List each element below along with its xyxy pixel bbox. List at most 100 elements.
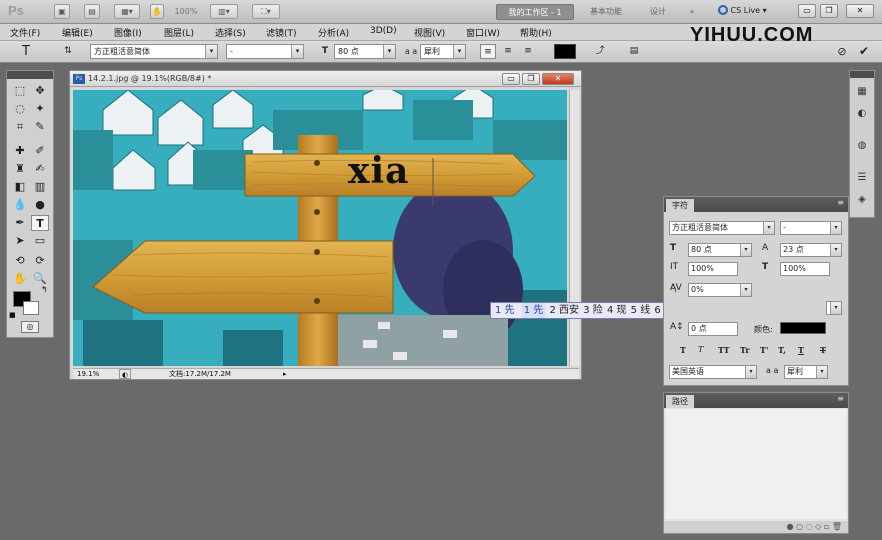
- close-button[interactable]: ✕: [846, 4, 874, 18]
- dodge-tool-icon[interactable]: ●: [31, 197, 49, 213]
- bridge-icon[interactable]: ▣: [54, 4, 70, 19]
- menu-select[interactable]: 选择(S): [215, 26, 246, 39]
- typed-text[interactable]: xia: [348, 150, 409, 192]
- workspace-my[interactable]: 我的工作区 - 1: [496, 4, 574, 20]
- default-colors-icon[interactable]: ■: [9, 311, 16, 319]
- ime-candidate[interactable]: 2 西安: [549, 303, 579, 318]
- blur-tool-icon[interactable]: 💧: [11, 197, 29, 213]
- zoom-level[interactable]: 100%: [166, 4, 206, 20]
- char-horizontal-scale-input[interactable]: 100%: [780, 262, 830, 276]
- fill-path-icon[interactable]: ●: [787, 522, 794, 531]
- align-center-icon[interactable]: ≡: [500, 44, 516, 59]
- view-extras-button[interactable]: ▦▾: [114, 4, 140, 19]
- arrange-documents-button[interactable]: ▥▾: [210, 4, 238, 19]
- toolbox-grip[interactable]: [7, 71, 53, 79]
- font-family-select[interactable]: 方正粗活意简体 ▾: [90, 44, 218, 59]
- menu-filter[interactable]: 滤镜(T): [266, 26, 297, 39]
- histogram-icon[interactable]: ▦: [854, 85, 870, 99]
- ime-candidate[interactable]: 4 现: [607, 303, 627, 318]
- doc-restore-button[interactable]: ❐: [522, 73, 540, 85]
- 3d-orbit-tool-icon[interactable]: ⟳: [31, 253, 49, 269]
- small-caps-button[interactable]: Tr: [740, 345, 750, 355]
- minibridge-icon[interactable]: ▤: [84, 4, 100, 19]
- background-color-swatch[interactable]: [23, 301, 39, 315]
- paths-panel-header[interactable]: 路径 ≡: [664, 393, 848, 408]
- menu-analysis[interactable]: 分析(A): [318, 26, 349, 39]
- char-font-size-select[interactable]: 80 点 ▾: [688, 243, 752, 257]
- quick-mask-icon[interactable]: ◎: [21, 321, 39, 333]
- align-left-icon[interactable]: ≡: [480, 44, 496, 59]
- align-right-icon[interactable]: ≡: [520, 44, 536, 59]
- document-title-bar[interactable]: Ps 14.2.1.jpg @ 19.1%(RGB/8#) * ▭ ❐ ✕: [70, 71, 581, 87]
- clone-stamp-tool-icon[interactable]: ♜: [11, 161, 29, 177]
- paths-list[interactable]: [666, 409, 846, 519]
- char-leading-select[interactable]: 23 点 ▾: [780, 243, 842, 257]
- quick-select-tool-icon[interactable]: ✦: [31, 101, 49, 117]
- status-zoom[interactable]: 19.1%: [77, 369, 99, 379]
- char-tracking-select[interactable]: 0% ▾: [688, 283, 752, 297]
- commit-icon[interactable]: ✔: [856, 44, 872, 59]
- load-selection-icon[interactable]: ◌: [806, 522, 813, 531]
- doc-close-button[interactable]: ✕: [542, 73, 574, 85]
- delete-path-icon[interactable]: 🗑: [832, 522, 842, 531]
- cancel-icon[interactable]: ⊘: [834, 44, 850, 59]
- adjustments-icon[interactable]: ☰: [854, 171, 870, 185]
- gradient-tool-icon[interactable]: ▥: [31, 179, 49, 195]
- more-workspaces-button[interactable]: »: [684, 4, 700, 20]
- strikethrough-button[interactable]: T: [820, 345, 826, 355]
- move-tool-icon[interactable]: ✥: [31, 83, 49, 99]
- ime-candidate[interactable]: 1 先: [521, 303, 546, 318]
- swap-colors-icon[interactable]: ↰: [41, 285, 48, 294]
- ime-candidate[interactable]: 3 险: [583, 303, 603, 318]
- stroke-path-icon[interactable]: ○: [796, 522, 803, 531]
- navigator-icon[interactable]: ◐: [854, 107, 870, 121]
- layers-icon[interactable]: ◈: [854, 193, 870, 207]
- character-panel-icon[interactable]: ▤: [626, 44, 642, 59]
- pen-tool-icon[interactable]: ✒: [11, 215, 29, 231]
- path-selection-tool-icon[interactable]: ➤: [11, 233, 29, 249]
- cs-live-button[interactable]: CS Live ▾: [718, 5, 767, 15]
- underline-button[interactable]: T: [798, 345, 804, 355]
- hand-tool-icon[interactable]: ✋: [11, 271, 29, 287]
- brush-tool-icon[interactable]: ✐: [31, 143, 49, 159]
- workspace-basic[interactable]: 基本功能: [580, 4, 632, 20]
- history-brush-tool-icon[interactable]: ✍: [31, 161, 49, 177]
- type-tool-icon[interactable]: T: [31, 215, 49, 231]
- lasso-tool-icon[interactable]: ◌: [11, 101, 29, 117]
- menu-view[interactable]: 视图(V): [414, 26, 445, 39]
- toggle-orientation-icon[interactable]: ⇅: [60, 44, 76, 59]
- all-caps-button[interactable]: TT: [718, 345, 730, 355]
- screen-mode-button[interactable]: ⛶▾: [252, 4, 280, 19]
- text-color-swatch[interactable]: [554, 44, 576, 59]
- panel-menu-icon[interactable]: ≡: [837, 198, 844, 207]
- char-antialias-select[interactable]: 犀利 ▾: [784, 365, 828, 379]
- char-kerning-select[interactable]: ▾: [826, 301, 842, 315]
- subscript-button[interactable]: T,: [778, 345, 786, 355]
- status-zoom-icon[interactable]: ◐: [119, 369, 131, 379]
- hand-tool-icon[interactable]: ✋: [150, 4, 164, 19]
- ime-candidate[interactable]: 5 线: [631, 303, 651, 318]
- tab-character[interactable]: 字符: [666, 199, 694, 212]
- make-work-path-icon[interactable]: ◇: [815, 522, 821, 531]
- font-style-select[interactable]: - ▾: [226, 44, 304, 59]
- menu-window[interactable]: 窗口(W): [466, 26, 500, 39]
- menu-layer[interactable]: 图层(L): [164, 26, 194, 39]
- 3d-rotate-tool-icon[interactable]: ⟲: [11, 253, 29, 269]
- menu-file[interactable]: 文件(F): [10, 26, 40, 39]
- superscript-button[interactable]: T': [760, 345, 768, 355]
- status-menu-arrow[interactable]: ▸: [283, 369, 287, 379]
- antialias-select[interactable]: 犀利 ▾: [420, 44, 466, 59]
- eraser-tool-icon[interactable]: ◧: [11, 179, 29, 195]
- char-font-style-select[interactable]: - ▾: [780, 221, 842, 235]
- shape-tool-icon[interactable]: ▭: [31, 233, 49, 249]
- char-vertical-scale-input[interactable]: 100%: [688, 262, 738, 276]
- crop-tool-icon[interactable]: ⌗: [11, 119, 29, 135]
- char-baseline-input[interactable]: 0 点: [688, 322, 738, 336]
- color-icon[interactable]: ◍: [854, 139, 870, 153]
- minimize-button[interactable]: ▭: [798, 4, 816, 18]
- faux-italic-button[interactable]: T: [698, 345, 703, 354]
- image-canvas[interactable]: xia: [73, 90, 567, 366]
- faux-bold-button[interactable]: T: [680, 345, 686, 355]
- doc-minimize-button[interactable]: ▭: [502, 73, 520, 85]
- restore-button[interactable]: ❐: [820, 4, 838, 18]
